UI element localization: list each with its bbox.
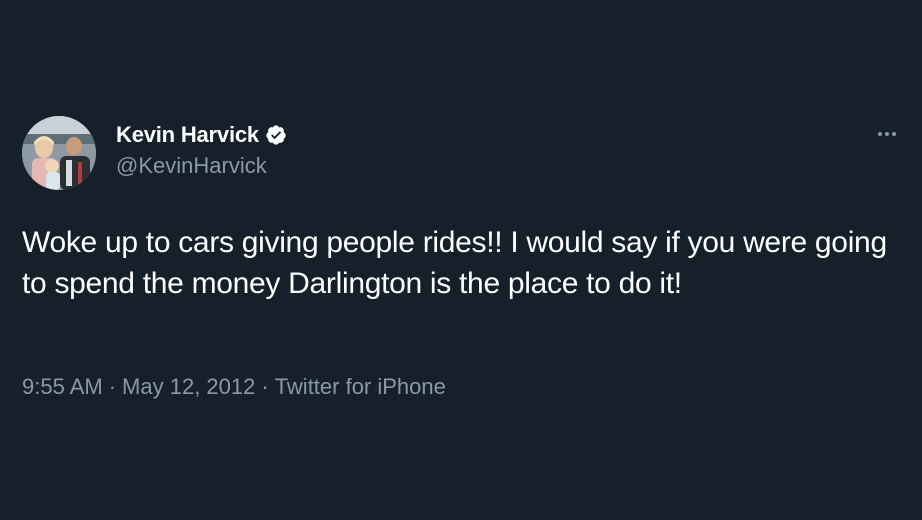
tweet-meta: 9:55 AM · May 12, 2012 · Twitter for iPh… [22,374,446,400]
more-options-button[interactable] [872,124,902,144]
more-horizontal-icon [878,132,882,136]
tweet-card: Kevin Harvick @KevinHarvick Woke up to c… [0,0,922,520]
more-horizontal-icon-dot [885,132,889,136]
tweet-date[interactable]: May 12, 2012 [122,374,255,400]
more-horizontal-icon-dot [892,132,896,136]
name-row: Kevin Harvick [116,120,287,150]
tweet-source[interactable]: Twitter for iPhone [275,374,446,400]
tweet-time[interactable]: 9:55 AM [22,374,103,400]
tweet-text: Woke up to cars giving people rides!! I … [22,226,887,300]
tweet-author: Kevin Harvick @KevinHarvick [116,120,287,179]
meta-separator: · [108,374,117,399]
verified-badge-icon [265,124,287,146]
avatar-photo-icon [22,116,96,190]
avatar[interactable] [22,116,96,190]
display-name[interactable]: Kevin Harvick [116,122,259,148]
handle[interactable]: @KevinHarvick [116,153,287,179]
meta-separator: · [261,374,269,399]
